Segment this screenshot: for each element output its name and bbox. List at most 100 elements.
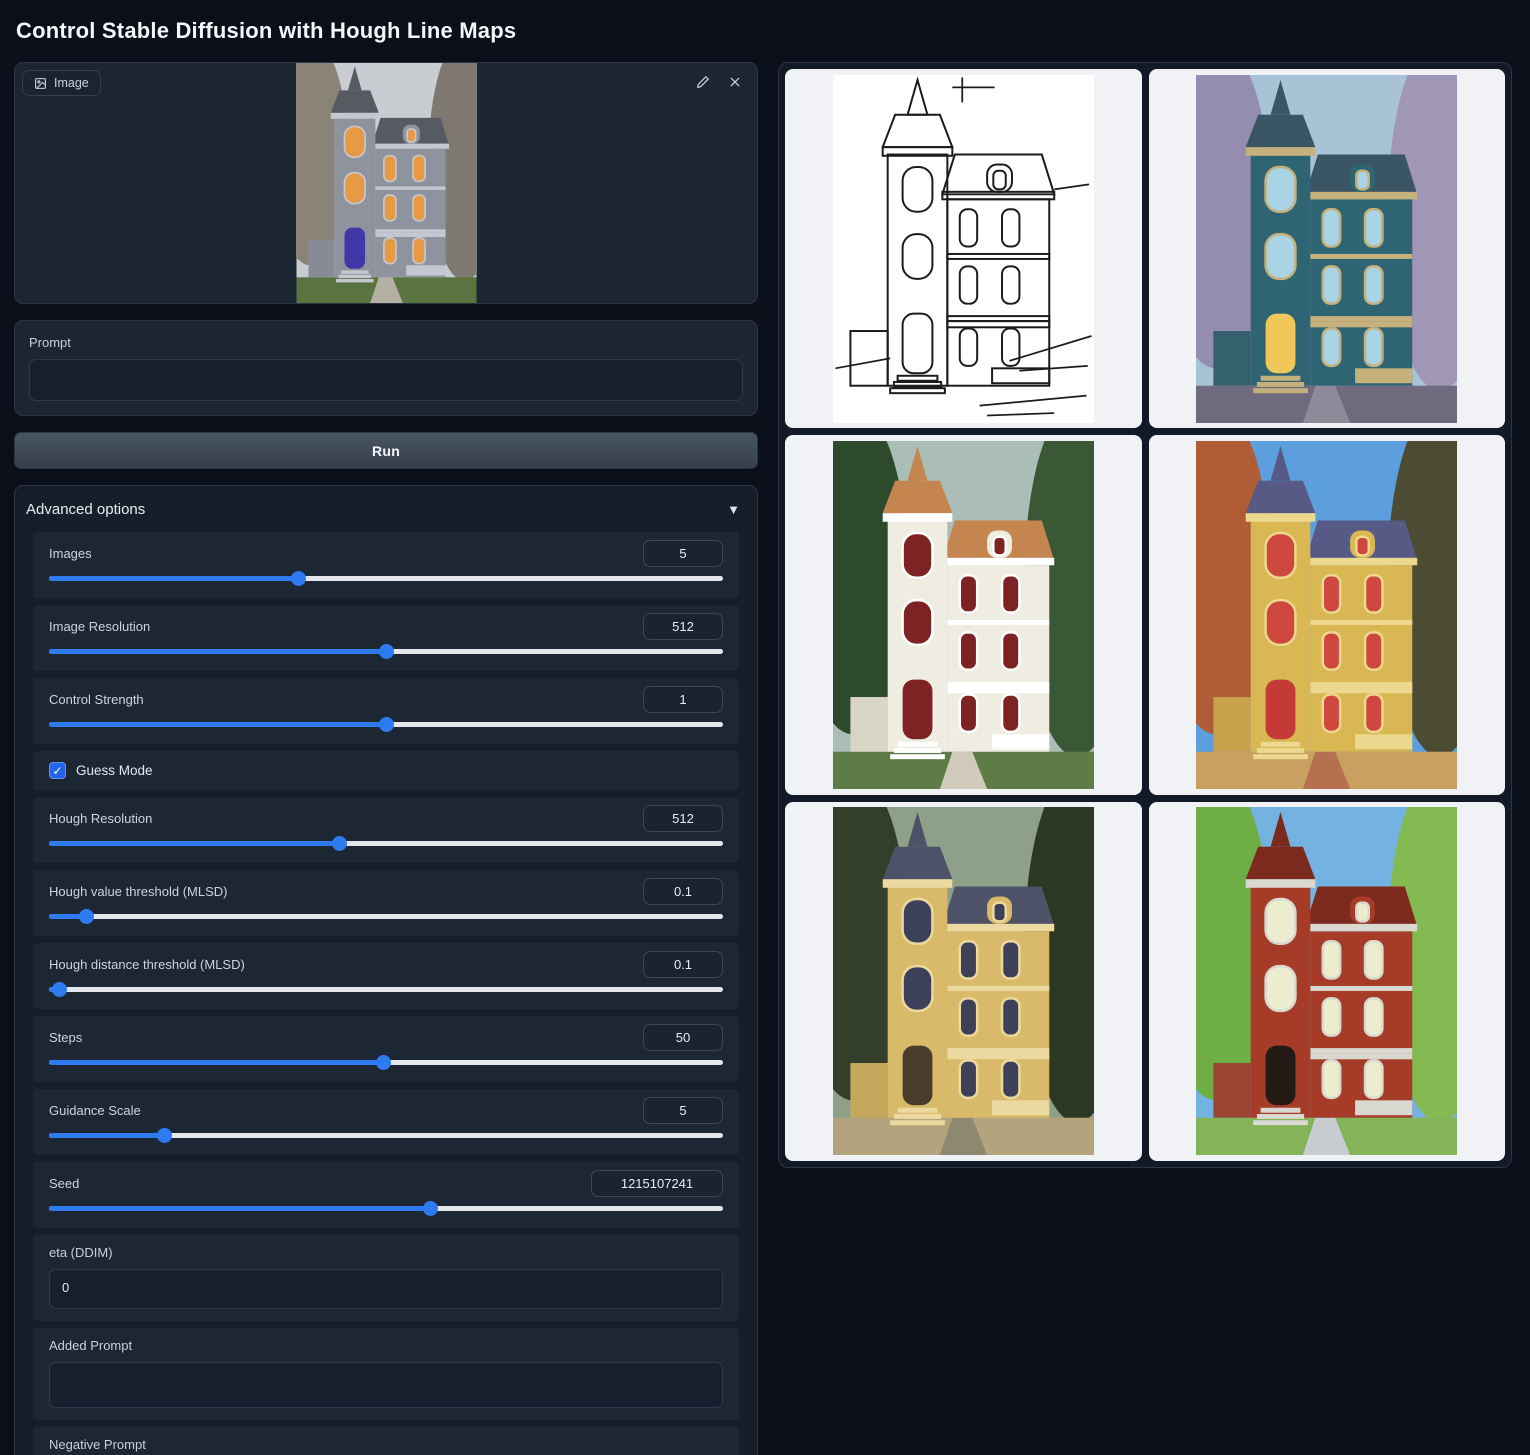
slider-label: Image Resolution — [49, 619, 150, 634]
prompt-input[interactable] — [29, 359, 743, 401]
prompt-label: Prompt — [29, 335, 743, 350]
input-image-preview[interactable] — [296, 63, 477, 303]
slider-control[interactable] — [49, 982, 723, 997]
slider-value-input[interactable]: 512 — [643, 805, 723, 832]
slider-fill — [49, 576, 298, 581]
eta-ddim-input[interactable] — [49, 1269, 723, 1309]
slider-row-hough-distance-threshold-mlsd: Hough distance threshold (MLSD)0.1 — [33, 943, 739, 1009]
slider-row-image-resolution: Image Resolution 512 — [33, 605, 739, 671]
image-badge: Image — [22, 70, 101, 96]
slider-label: Images — [49, 546, 92, 561]
slider-row-images: Images 5 — [33, 532, 739, 598]
slider-label: Guidance Scale — [49, 1103, 141, 1118]
gallery-item-generated-golden-victorian[interactable] — [785, 802, 1142, 1161]
advanced-options-panel: Advanced options ▼ Images 5 Image Resoluti… — [14, 485, 758, 1455]
clear-image-button[interactable] — [723, 71, 747, 95]
pencil-icon — [696, 75, 710, 92]
guess-mode-checkbox[interactable]: ✓ — [49, 762, 66, 779]
slider-value-input[interactable]: 0.1 — [643, 878, 723, 905]
slider-label: Steps — [49, 1030, 82, 1045]
image-actions — [691, 71, 747, 95]
textbox-label: Negative Prompt — [49, 1437, 723, 1452]
gallery-item-generated-teal-victorian[interactable] — [1149, 69, 1506, 428]
checkmark-icon: ✓ — [52, 764, 62, 778]
slider-fill — [49, 841, 339, 846]
textbox-label: Added Prompt — [49, 1338, 723, 1353]
slider-fill — [49, 1206, 430, 1211]
advanced-options-rows: Images 5 Image Resolution 512 Control Streng… — [15, 532, 757, 1455]
slider-row-steps: Steps 50 — [33, 1016, 739, 1082]
advanced-options-header[interactable]: Advanced options ▼ — [15, 486, 757, 532]
slider-label: Hough Resolution — [49, 811, 152, 826]
slider-value-input[interactable]: 0.1 — [643, 951, 723, 978]
slider-handle[interactable] — [332, 836, 347, 851]
slider-track[interactable] — [49, 914, 723, 919]
slider-control[interactable] — [49, 1201, 723, 1216]
added-prompt-input[interactable] — [49, 1362, 723, 1408]
slider-handle[interactable] — [376, 1055, 391, 1070]
slider-value-input[interactable]: 512 — [643, 613, 723, 640]
slider-value-input[interactable]: 5 — [643, 1097, 723, 1124]
slider-row-hough-value-threshold-mlsd: Hough value threshold (MLSD) 0.1 — [33, 870, 739, 936]
app: Control Stable Diffusion with Hough Line… — [0, 0, 1530, 1455]
image-badge-label: Image — [54, 76, 89, 90]
house-svg — [1196, 441, 1457, 789]
slider-control[interactable] — [49, 909, 723, 924]
checkbox-label: Guess Mode — [76, 763, 153, 778]
slider-fill — [49, 1133, 164, 1138]
slider-handle[interactable] — [423, 1201, 438, 1216]
slider-label: Hough value threshold (MLSD) — [49, 884, 227, 899]
slider-track[interactable] — [49, 987, 723, 992]
slider-fill — [49, 1060, 383, 1065]
textbox-row-eta-ddim: eta (DDIM) — [33, 1235, 739, 1321]
slider-handle[interactable] — [157, 1128, 172, 1143]
slider-handle[interactable] — [379, 644, 394, 659]
slider-fill — [49, 722, 386, 727]
textbox-row-added-prompt: Added Prompt — [33, 1328, 739, 1420]
slider-row-control-strength: Control Strength 1 — [33, 678, 739, 744]
slider-row-guidance-scale: Guidance Scale 5 — [33, 1089, 739, 1155]
slider-control[interactable] — [49, 717, 723, 732]
slider-control[interactable] — [49, 571, 723, 586]
slider-value-input[interactable]: 50 — [643, 1024, 723, 1051]
slider-handle[interactable] — [52, 982, 67, 997]
slider-row-hough-resolution: Hough Resolution 512 — [33, 797, 739, 863]
slider-fill — [49, 649, 386, 654]
textbox-label: eta (DDIM) — [49, 1245, 723, 1260]
slider-control[interactable] — [49, 836, 723, 851]
house-svg — [1196, 75, 1457, 423]
slider-value-input[interactable]: 1215107241 — [591, 1170, 723, 1197]
gallery-item-generated-red-victorian[interactable] — [1149, 802, 1506, 1161]
run-button[interactable]: Run — [14, 432, 758, 469]
slider-control[interactable] — [49, 1055, 723, 1070]
image-icon — [34, 77, 47, 90]
collapse-arrow-icon: ▼ — [727, 502, 740, 517]
slider-handle[interactable] — [379, 717, 394, 732]
close-icon — [728, 75, 742, 92]
house-svg — [296, 63, 477, 303]
slider-handle[interactable] — [291, 571, 306, 586]
checkbox-row-guess-mode: ✓ Guess Mode — [33, 751, 739, 790]
textbox-row-negative-prompt: Negative Prompt — [33, 1427, 739, 1455]
input-image-panel: Image — [14, 62, 758, 304]
house-svg — [833, 807, 1094, 1155]
left-column: Control Stable Diffusion with Hough Line… — [14, 0, 758, 1455]
result-gallery — [778, 62, 1512, 1168]
slider-value-input[interactable]: 1 — [643, 686, 723, 713]
gallery-item-generated-white-victorian[interactable] — [785, 435, 1142, 794]
page-title: Control Stable Diffusion with Hough Line… — [16, 18, 758, 44]
edit-image-button[interactable] — [691, 71, 715, 95]
house-svg — [1196, 807, 1457, 1155]
slider-label: Seed — [49, 1176, 79, 1191]
slider-label: Control Strength — [49, 692, 144, 707]
prompt-panel: Prompt — [14, 320, 758, 416]
slider-value-input[interactable]: 5 — [643, 540, 723, 567]
slider-control[interactable] — [49, 1128, 723, 1143]
advanced-options-title: Advanced options — [26, 501, 145, 518]
house-svg — [833, 441, 1094, 789]
slider-row-seed: Seed 1215107241 — [33, 1162, 739, 1228]
gallery-item-generated-yellow-victorian[interactable] — [1149, 435, 1506, 794]
gallery-item-hough-line-map[interactable] — [785, 69, 1142, 428]
slider-control[interactable] — [49, 644, 723, 659]
slider-handle[interactable] — [79, 909, 94, 924]
